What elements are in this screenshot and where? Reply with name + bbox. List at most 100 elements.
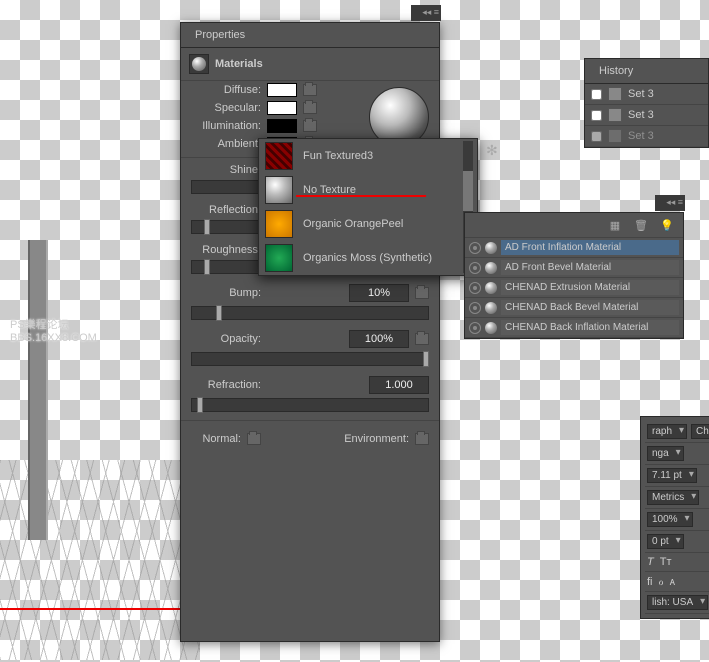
specular-swatch[interactable]	[267, 101, 297, 115]
material-icon	[485, 242, 497, 254]
bulb-icon[interactable]: 💡	[659, 217, 675, 233]
texture-label: Organic OrangePeel	[303, 218, 403, 230]
trash-icon[interactable]: 🗑	[633, 217, 649, 233]
document-icon	[608, 129, 622, 143]
filter-icon[interactable]: ▦	[607, 217, 623, 233]
material-icon	[485, 322, 497, 334]
normal-label: Normal:	[191, 433, 241, 445]
diffuse-swatch[interactable]	[267, 83, 297, 97]
texture-item[interactable]: Organic OrangePeel	[259, 207, 477, 241]
layer-label: CHENAD Back Inflation Material	[501, 320, 679, 335]
visibility-icon[interactable]	[469, 262, 481, 274]
history-checkbox[interactable]	[591, 131, 602, 142]
collapse-icon: ◂◂ ≡	[422, 7, 439, 19]
environment-label: Environment:	[344, 433, 409, 445]
layer-label: CHENAD Extrusion Material	[501, 280, 679, 295]
layer-row[interactable]: CHENAD Back Inflation Material	[465, 318, 683, 338]
refraction-label: Refraction:	[191, 379, 261, 391]
document-icon	[608, 108, 622, 122]
layer-row[interactable]: AD Front Bevel Material	[465, 258, 683, 278]
italic-icon[interactable]: T	[647, 556, 654, 568]
materials-header: Materials	[181, 48, 439, 81]
properties-tab[interactable]: Properties	[181, 23, 439, 48]
visibility-icon[interactable]	[469, 302, 481, 314]
panel-collapse[interactable]: ◂◂ ≡	[411, 5, 441, 21]
tab-character[interactable]: Ch	[691, 424, 709, 439]
opacity-value[interactable]: 100%	[349, 330, 409, 348]
tab-paragraph[interactable]: raph	[647, 424, 687, 439]
texture-thumb	[265, 210, 293, 238]
history-item[interactable]: Set 3	[585, 126, 708, 147]
swash-icon[interactable]: ℴ	[659, 575, 664, 588]
bump-texture-btn[interactable]	[415, 287, 429, 299]
size-dropdown[interactable]: 7.11 pt	[647, 468, 697, 483]
illumination-texture-btn[interactable]	[303, 120, 317, 132]
bump-label: Bump:	[191, 287, 261, 299]
texture-item[interactable]: No Texture	[259, 173, 477, 207]
texture-picker-popup: Fun Textured3 No Texture Organic OrangePee…	[258, 138, 478, 276]
environment-texture-btn[interactable]	[415, 433, 429, 445]
texture-item[interactable]: Organics Moss (Synthetic)	[259, 241, 477, 275]
visibility-icon[interactable]	[469, 282, 481, 294]
material-icon	[485, 302, 497, 314]
texture-thumb	[265, 176, 293, 204]
texture-thumb	[265, 142, 293, 170]
refraction-value[interactable]: 1.000	[369, 376, 429, 394]
illumination-swatch[interactable]	[267, 119, 297, 133]
opacity-slider[interactable]	[191, 352, 429, 366]
gear-icon[interactable]	[486, 144, 500, 158]
kerning-dropdown[interactable]: Metrics	[647, 490, 699, 505]
specular-label: Specular:	[191, 102, 261, 114]
history-checkbox[interactable]	[591, 110, 602, 121]
refraction-slider[interactable]	[191, 398, 429, 412]
ligature-icon[interactable]: fi	[647, 576, 653, 588]
section-title: Materials	[215, 58, 263, 70]
layer-label: AD Front Bevel Material	[501, 260, 679, 275]
visibility-icon[interactable]	[469, 242, 481, 254]
diffuse-label: Diffuse:	[191, 84, 261, 96]
material-icon	[485, 262, 497, 274]
character-panel: raph Ch nga 7.11 pt Metrics 100% 0 pt T Tᴛ…	[640, 416, 709, 619]
history-panel: History Set 3 Set 3 Set 3	[584, 58, 709, 148]
smallcaps-icon[interactable]: Tᴛ	[660, 556, 672, 568]
history-checkbox[interactable]	[591, 89, 602, 100]
language-dropdown[interactable]: lish: USA	[647, 595, 708, 610]
3d-layers-panel: ◂◂ ≡ ▦ 🗑 💡 AD Front Inflation MaterialAD…	[464, 212, 684, 339]
document-icon	[608, 87, 622, 101]
visibility-icon[interactable]	[469, 322, 481, 334]
history-item[interactable]: Set 3	[585, 105, 708, 126]
font-dropdown[interactable]: nga	[647, 446, 684, 461]
3d-object[interactable]	[28, 240, 48, 540]
roughness-label: Roughness:	[191, 244, 261, 256]
layer-label: CHENAD Back Bevel Material	[501, 300, 679, 315]
panel-collapse[interactable]: ◂◂ ≡	[655, 195, 685, 211]
layer-row[interactable]: CHENAD Back Bevel Material	[465, 298, 683, 318]
history-label: Set 3	[628, 88, 654, 100]
history-tab[interactable]: History	[585, 59, 708, 84]
bump-slider[interactable]	[191, 306, 429, 320]
scale-dropdown[interactable]: 100%	[647, 512, 693, 527]
properties-panel: ◂◂ ≡ Properties Materials Diffuse: Specu…	[180, 22, 440, 642]
specular-texture-btn[interactable]	[303, 102, 317, 114]
material-icon	[485, 282, 497, 294]
stylistic-icon[interactable]: ᴀ	[670, 576, 675, 588]
diffuse-texture-btn[interactable]	[303, 84, 317, 96]
layer-label: AD Front Inflation Material	[501, 240, 679, 255]
baseline-dropdown[interactable]: 0 pt	[647, 534, 684, 549]
materials-icon	[189, 54, 209, 74]
ambient-label: Ambient:	[191, 138, 261, 150]
3d-viewport[interactable]	[0, 240, 200, 660]
bump-value[interactable]: 10%	[349, 284, 409, 302]
history-label: Set 3	[628, 109, 654, 121]
texture-label: Fun Textured3	[303, 150, 373, 162]
layer-row[interactable]: CHENAD Extrusion Material	[465, 278, 683, 298]
texture-thumb	[265, 244, 293, 272]
texture-item[interactable]: Fun Textured3	[259, 139, 477, 173]
normal-texture-btn[interactable]	[247, 433, 261, 445]
opacity-texture-btn[interactable]	[415, 333, 429, 345]
texture-label: Organics Moss (Synthetic)	[303, 252, 432, 264]
history-label: Set 3	[628, 130, 654, 142]
history-item[interactable]: Set 3	[585, 84, 708, 105]
highlight-underline	[296, 195, 426, 197]
layer-row[interactable]: AD Front Inflation Material	[465, 238, 683, 258]
